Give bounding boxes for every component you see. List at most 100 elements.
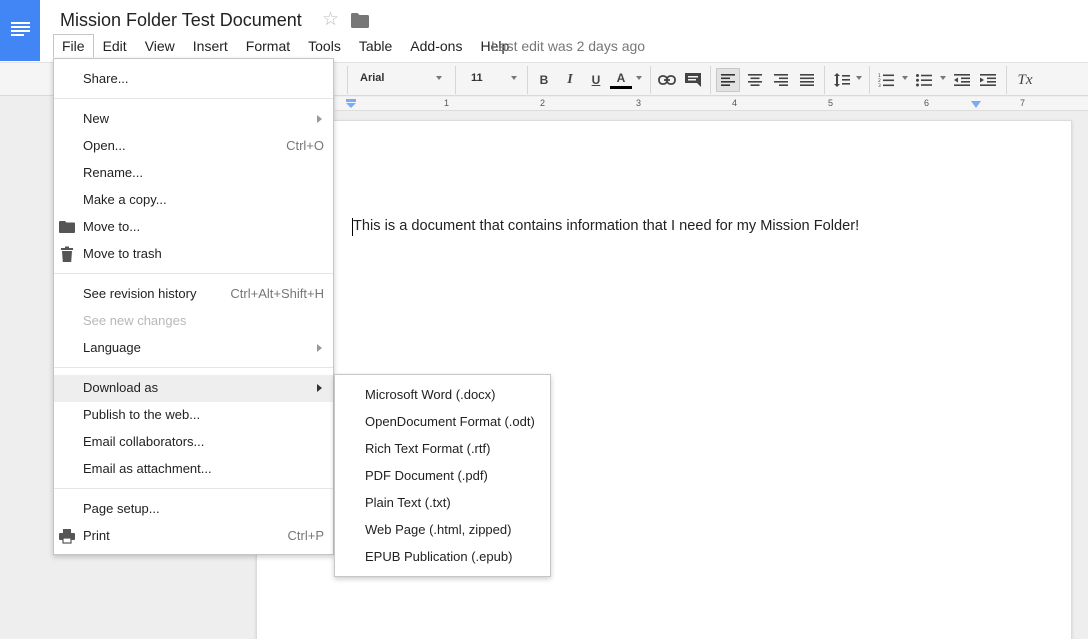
download-as-submenu: Microsoft Word (.docx) OpenDocument Form… — [334, 374, 551, 577]
clear-formatting-icon[interactable]: Tx — [1013, 68, 1037, 92]
menu-item-label: See new changes — [83, 313, 187, 328]
file-menu-rename[interactable]: Rename... — [54, 160, 333, 187]
text-color-button[interactable]: A — [610, 68, 632, 92]
bulleted-list-icon[interactable] — [912, 68, 936, 92]
menu-separator — [54, 273, 333, 274]
menu-view[interactable]: View — [136, 34, 184, 58]
chevron-down-icon — [511, 76, 517, 80]
menu-item-label: Make a copy... — [83, 192, 167, 207]
menu-item-shortcut: Ctrl+Alt+Shift+H — [230, 286, 324, 301]
menu-item-label: Plain Text (.txt) — [365, 495, 451, 510]
italic-button[interactable]: I — [558, 68, 582, 92]
menu-item-label: Email as attachment... — [83, 461, 212, 476]
menu-item-shortcut: Ctrl+O — [286, 138, 324, 153]
menu-item-label: Move to... — [83, 219, 141, 234]
file-menu-make-a-copy[interactable]: Make a copy... — [54, 187, 333, 214]
file-menu-email-as-attachment[interactable]: Email as attachment... — [54, 456, 333, 483]
menu-insert[interactable]: Insert — [184, 34, 237, 58]
menu-item-label: Web Page (.html, zipped) — [365, 522, 512, 537]
indent-marker-icon[interactable] — [346, 99, 356, 109]
file-menu-revision-history[interactable]: See revision history Ctrl+Alt+Shift+H — [54, 281, 333, 308]
toolbar-divider — [1006, 66, 1007, 94]
decrease-indent-icon[interactable] — [950, 68, 974, 92]
file-menu-open[interactable]: Open... Ctrl+O — [54, 133, 333, 160]
file-menu-language[interactable]: Language — [54, 335, 333, 362]
star-icon[interactable]: ☆ — [322, 9, 339, 31]
toolbar-divider — [650, 66, 651, 94]
menu-item-label: EPUB Publication (.epub) — [365, 549, 513, 564]
download-rtf[interactable]: Rich Text Format (.rtf) — [335, 435, 550, 462]
clear-formatting-label: Tx — [1017, 71, 1033, 88]
menu-separator — [54, 488, 333, 489]
file-menu-page-setup[interactable]: Page setup... — [54, 496, 333, 523]
file-menu-share[interactable]: Share... — [54, 66, 333, 93]
toolbar-divider — [710, 66, 711, 94]
toolbar-divider — [824, 66, 825, 94]
menu-edit[interactable]: Edit — [94, 34, 136, 58]
font-size-select[interactable]: 11 — [471, 72, 483, 84]
menu-separator — [54, 98, 333, 99]
document-title[interactable]: Mission Folder Test Document — [60, 10, 302, 31]
menu-item-label: See revision history — [83, 286, 197, 301]
file-menu-move-to-trash[interactable]: Move to trash — [54, 241, 333, 268]
menu-tools[interactable]: Tools — [299, 34, 350, 58]
horizontal-ruler[interactable]: 1 2 3 4 5 6 7 — [335, 97, 1088, 111]
menu-format[interactable]: Format — [237, 34, 299, 58]
justify-icon[interactable] — [795, 68, 819, 92]
download-pdf[interactable]: PDF Document (.pdf) — [335, 462, 550, 489]
chevron-down-icon — [856, 76, 862, 80]
chevron-down-icon — [940, 76, 946, 80]
toolbar-divider — [455, 66, 456, 94]
menu-bar: File Edit View Insert Format Tools Table… — [53, 34, 518, 58]
menu-separator — [54, 367, 333, 368]
insert-link-icon[interactable] — [655, 68, 679, 92]
menu-item-shortcut: Ctrl+P — [287, 528, 324, 543]
menu-item-label: Rich Text Format (.rtf) — [365, 441, 491, 456]
menu-item-label: Language — [83, 340, 141, 355]
menu-table[interactable]: Table — [350, 34, 401, 58]
menu-add-ons[interactable]: Add-ons — [401, 34, 471, 58]
align-left-icon[interactable] — [716, 68, 740, 92]
ruler-label: 6 — [924, 98, 930, 108]
menu-item-label: Publish to the web... — [83, 407, 201, 422]
file-menu-move-to[interactable]: Move to... — [54, 214, 333, 241]
text-color-label: A — [616, 71, 626, 85]
insert-comment-icon[interactable] — [681, 68, 705, 92]
docs-home-icon[interactable] — [0, 0, 40, 61]
menu-file[interactable]: File — [53, 34, 94, 58]
submenu-arrow-icon — [317, 115, 322, 123]
ruler-label: 1 — [444, 98, 450, 108]
increase-indent-icon[interactable] — [976, 68, 1000, 92]
download-epub[interactable]: EPUB Publication (.epub) — [335, 543, 550, 570]
download-odt[interactable]: OpenDocument Format (.odt) — [335, 408, 550, 435]
document-body-text[interactable]: This is a document that contains informa… — [353, 218, 859, 234]
last-edit-status[interactable]: Last edit was 2 days ago — [491, 38, 645, 54]
menu-item-label: Move to trash — [83, 246, 162, 261]
line-spacing-icon[interactable] — [830, 68, 854, 92]
file-menu-new[interactable]: New — [54, 106, 333, 133]
ruler-label: 2 — [540, 98, 546, 108]
file-menu-email-collaborators[interactable]: Email collaborators... — [54, 429, 333, 456]
text-color-swatch — [610, 86, 632, 89]
toolbar-divider — [527, 66, 528, 94]
right-indent-marker-icon[interactable] — [971, 101, 981, 109]
menu-item-label: Rename... — [83, 165, 143, 180]
download-docx[interactable]: Microsoft Word (.docx) — [335, 381, 550, 408]
submenu-arrow-icon — [317, 384, 322, 392]
chevron-down-icon — [436, 76, 442, 80]
align-center-icon[interactable] — [743, 68, 767, 92]
ruler-label: 3 — [636, 98, 642, 108]
menu-item-label: PDF Document (.pdf) — [365, 468, 488, 483]
underline-button[interactable]: U — [584, 68, 608, 92]
file-menu-print[interactable]: Print Ctrl+P — [54, 523, 333, 550]
font-family-select[interactable]: Arial — [360, 72, 384, 84]
file-menu-publish-to-web[interactable]: Publish to the web... — [54, 402, 333, 429]
menu-item-label: Download as — [83, 380, 159, 395]
download-txt[interactable]: Plain Text (.txt) — [335, 489, 550, 516]
numbered-list-icon[interactable]: 123 — [874, 68, 898, 92]
file-menu-download-as[interactable]: Download as — [54, 375, 333, 402]
align-right-icon[interactable] — [769, 68, 793, 92]
folder-icon[interactable] — [351, 13, 369, 28]
bold-button[interactable]: B — [532, 68, 556, 92]
download-html[interactable]: Web Page (.html, zipped) — [335, 516, 550, 543]
